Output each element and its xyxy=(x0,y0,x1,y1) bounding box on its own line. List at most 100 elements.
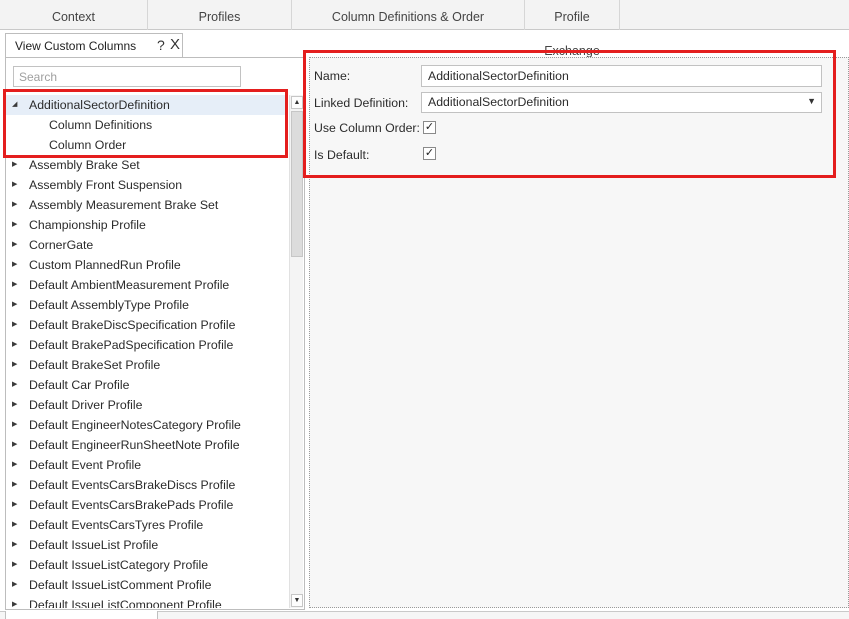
tree-item-label: Default Event Profile xyxy=(29,458,142,472)
tree-item-label: Championship Profile xyxy=(29,218,146,232)
collapsed-arrow-icon[interactable]: ▶ xyxy=(12,355,22,375)
tree-item-label: Default Driver Profile xyxy=(29,398,143,412)
collapsed-arrow-icon[interactable]: ▶ xyxy=(12,195,22,215)
collapsed-arrow-icon[interactable]: ▶ xyxy=(12,595,22,608)
help-icon[interactable]: ? xyxy=(157,37,165,53)
tree-item-label: Assembly Measurement Brake Set xyxy=(29,198,219,212)
tree-item-label: Default Car Profile xyxy=(29,378,130,392)
search-input[interactable] xyxy=(13,66,241,87)
tree-item[interactable]: ▶ Default BrakeDiscSpecification Profile xyxy=(6,315,288,335)
tree-item[interactable]: ▶ Default IssueListComment Profile xyxy=(6,575,288,595)
tree-item-label: Default BrakeSet Profile xyxy=(29,358,161,372)
tree-item[interactable]: ▶ Default BrakeSet Profile xyxy=(6,355,288,375)
tree-item[interactable]: ▶ Default Driver Profile xyxy=(6,395,288,415)
tree-item[interactable]: ▶ Default BrakePadSpecification Profile xyxy=(6,335,288,355)
tree-item-label: Column Order xyxy=(49,138,127,152)
collapsed-arrow-icon[interactable]: ▶ xyxy=(12,435,22,455)
tree-item[interactable]: ▶ CornerGate xyxy=(6,235,288,255)
tree-item-label: Default IssueListCategory Profile xyxy=(29,558,209,572)
tree-item[interactable]: ▶ Default EventsCarsBrakeDiscs Profile xyxy=(6,475,288,495)
tree-item[interactable]: ▶ Default Car Profile xyxy=(6,375,288,395)
tree-item-label: Default EventsCarsBrakeDiscs Profile xyxy=(29,478,236,492)
collapsed-arrow-icon[interactable]: ▶ xyxy=(12,315,22,335)
collapsed-arrow-icon[interactable]: ▶ xyxy=(12,155,22,175)
collapsed-arrow-icon[interactable]: ▶ xyxy=(12,255,22,275)
is-default-checkbox[interactable]: ✓ xyxy=(423,147,436,160)
tree-item[interactable]: ▶ Championship Profile xyxy=(6,215,288,235)
tree-item-label: Default AssemblyType Profile xyxy=(29,298,189,312)
tab-column-definitions-order[interactable]: Column Definitions & Order xyxy=(292,0,525,30)
tree-item-label: Default IssueList Profile xyxy=(29,538,159,552)
linked-definition-value: AdditionalSectorDefinition xyxy=(428,95,569,109)
linked-definition-select[interactable]: AdditionalSectorDefinition ▼ xyxy=(421,92,822,113)
collapsed-arrow-icon[interactable]: ▶ xyxy=(12,415,22,435)
ribbon-bar: Context Profiles Column Definitions & Or… xyxy=(0,0,849,58)
scroll-thumb[interactable] xyxy=(291,111,303,257)
tab-context[interactable]: Context xyxy=(0,0,148,30)
tree-item[interactable]: ▶ Custom PlannedRun Profile xyxy=(6,255,288,275)
tree-item-label: Default BrakePadSpecification Profile xyxy=(29,338,234,352)
collapsed-arrow-icon[interactable]: ▶ xyxy=(12,215,22,235)
tree-item-label: Default IssueListComment Profile xyxy=(29,578,212,592)
tree-item-label: Default EventsCarsBrakePads Profile xyxy=(29,498,234,512)
linked-definition-label: Linked Definition: xyxy=(314,96,409,110)
tab-profile-exchange[interactable]: Profile Exchange xyxy=(525,0,620,58)
tree-item[interactable]: ▶ Default EventsCarsTyres Profile xyxy=(6,515,288,535)
is-default-label: Is Default: xyxy=(314,148,370,162)
collapsed-arrow-icon[interactable]: ▶ xyxy=(12,395,22,415)
collapsed-arrow-icon[interactable]: ▶ xyxy=(12,535,22,555)
tree-item-label: Default EngineerRunSheetNote Profile xyxy=(29,438,240,452)
name-field[interactable]: AdditionalSectorDefinition xyxy=(421,65,822,87)
tree-scrollbar[interactable]: ▲ ▼ xyxy=(289,95,303,608)
tree-item[interactable]: ▶ Default EventsCarsBrakePads Profile xyxy=(6,495,288,515)
scroll-up-arrow-icon[interactable]: ▲ xyxy=(291,96,303,109)
tree-item[interactable]: ◢ AdditionalSectorDefinition xyxy=(6,95,288,115)
use-column-order-checkbox[interactable]: ✓ xyxy=(423,121,436,134)
tree-item-label: Default AmbientMeasurement Profile xyxy=(29,278,230,292)
expanded-arrow-icon[interactable]: ◢ xyxy=(12,95,22,115)
tree-item-label: Assembly Brake Set xyxy=(29,158,140,172)
tree-item-label: Assembly Front Suspension xyxy=(29,178,183,192)
collapsed-arrow-icon[interactable]: ▶ xyxy=(12,235,22,255)
tree-item-label: Custom PlannedRun Profile xyxy=(29,258,181,272)
tree-item[interactable]: ▶ Assembly Brake Set xyxy=(6,155,288,175)
tree-item[interactable]: ▶ Default IssueListCategory Profile xyxy=(6,555,288,575)
tree-item-label: CornerGate xyxy=(29,238,94,252)
collapsed-arrow-icon[interactable]: ▶ xyxy=(12,295,22,315)
tree-child-item[interactable]: Column Definitions xyxy=(6,115,288,135)
collapsed-arrow-icon[interactable]: ▶ xyxy=(12,495,22,515)
collapsed-arrow-icon[interactable]: ▶ xyxy=(12,575,22,595)
panel-tab-label: View Custom Columns xyxy=(15,39,137,53)
tree-item[interactable]: ▶ Default AssemblyType Profile xyxy=(6,295,288,315)
collapsed-arrow-icon[interactable]: ▶ xyxy=(12,375,22,395)
collapsed-arrow-icon[interactable]: ▶ xyxy=(12,175,22,195)
tree-child-item[interactable]: Column Order xyxy=(6,135,288,155)
tree-item[interactable]: ▶ Default EngineerNotesCategory Profile xyxy=(6,415,288,435)
tree-item[interactable]: ▶ Default Event Profile xyxy=(6,455,288,475)
details-panel xyxy=(309,57,849,608)
tree-item[interactable]: ▶ Default IssueList Profile xyxy=(6,535,288,555)
collapsed-arrow-icon[interactable]: ▶ xyxy=(12,455,22,475)
tree-item[interactable]: ▶ Assembly Measurement Brake Set xyxy=(6,195,288,215)
collapsed-arrow-icon[interactable]: ▶ xyxy=(12,515,22,535)
use-column-order-label: Use Column Order: xyxy=(314,121,420,135)
tree-item[interactable]: ▶ Assembly Front Suspension xyxy=(6,175,288,195)
tree-item-label: Default EventsCarsTyres Profile xyxy=(29,518,204,532)
tree-item-label: Column Definitions xyxy=(49,118,153,132)
collapsed-arrow-icon[interactable]: ▶ xyxy=(12,335,22,355)
tree-item-label: Default EngineerNotesCategory Profile xyxy=(29,418,241,432)
collapsed-arrow-icon[interactable]: ▶ xyxy=(12,555,22,575)
view-custom-columns-tab[interactable]: View Custom Columns ? X xyxy=(5,33,183,57)
collapsed-arrow-icon[interactable]: ▶ xyxy=(12,275,22,295)
close-icon[interactable]: X xyxy=(170,36,180,53)
tab-profiles[interactable]: Profiles xyxy=(148,0,292,30)
tree-item[interactable]: ▶ Default EngineerRunSheetNote Profile xyxy=(6,435,288,455)
chevron-down-icon: ▼ xyxy=(807,96,816,106)
collapsed-arrow-icon[interactable]: ▶ xyxy=(12,475,22,495)
scroll-down-arrow-icon[interactable]: ▼ xyxy=(291,594,303,607)
tree-item-label: AdditionalSectorDefinition xyxy=(29,98,170,112)
name-label: Name: xyxy=(314,69,351,83)
tree-item[interactable]: ▶ Default IssueListComponent Profile xyxy=(6,595,288,608)
tree-item[interactable]: ▶ Default AmbientMeasurement Profile xyxy=(6,275,288,295)
tree-item-label: Default BrakeDiscSpecification Profile xyxy=(29,318,236,332)
